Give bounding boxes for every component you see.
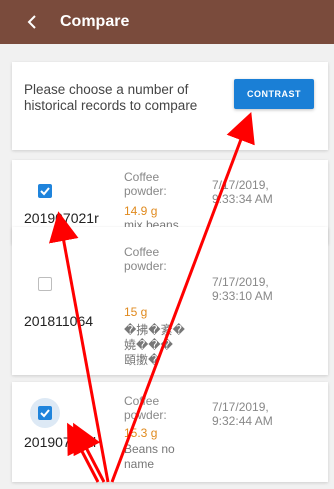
record-label: Coffee powder: xyxy=(124,170,167,198)
record-weight: 15.3 g xyxy=(124,426,158,440)
check-icon xyxy=(40,187,50,196)
record-checkbox[interactable] xyxy=(38,184,52,198)
record-checkbox[interactable] xyxy=(38,277,52,291)
record-checkbox[interactable] xyxy=(38,406,52,420)
prompt-card: Please choose a number of historical rec… xyxy=(12,62,328,150)
record-card[interactable]: 201811064 Coffee powder: 15 g �拂�紊� 嬈���… xyxy=(12,227,328,375)
back-button[interactable] xyxy=(22,15,42,29)
record-time: 7/17/2019, 9:33:34 AM xyxy=(212,178,273,206)
record-label: Coffee powder: xyxy=(124,394,167,422)
record-time: 7/17/2019, 9:32:44 AM xyxy=(212,400,273,428)
record-id: 201907011l xyxy=(24,434,97,450)
record-card[interactable]: 201907011l Coffee powder: 15.3 g Beans n… xyxy=(12,382,328,482)
check-icon xyxy=(40,409,50,418)
record-weight: 15 g xyxy=(124,305,148,319)
chevron-left-icon xyxy=(27,15,36,29)
page-title: Compare xyxy=(60,13,130,30)
record-label: Coffee powder: xyxy=(124,245,167,273)
record-weight: 14.9 g xyxy=(124,204,158,218)
record-id: 201811064 xyxy=(24,313,94,329)
record-bean: �拂�紊� 嬈��� 頤擻� xyxy=(124,323,185,367)
record-id: 201907021r xyxy=(24,210,99,226)
app-bar: Compare xyxy=(0,0,334,44)
prompt-text: Please choose a number of historical rec… xyxy=(24,82,198,113)
record-time: 7/17/2019, 9:33:10 AM xyxy=(212,275,273,303)
record-bean: Beans no name xyxy=(124,442,175,471)
contrast-button[interactable]: CONTRAST xyxy=(234,79,314,109)
